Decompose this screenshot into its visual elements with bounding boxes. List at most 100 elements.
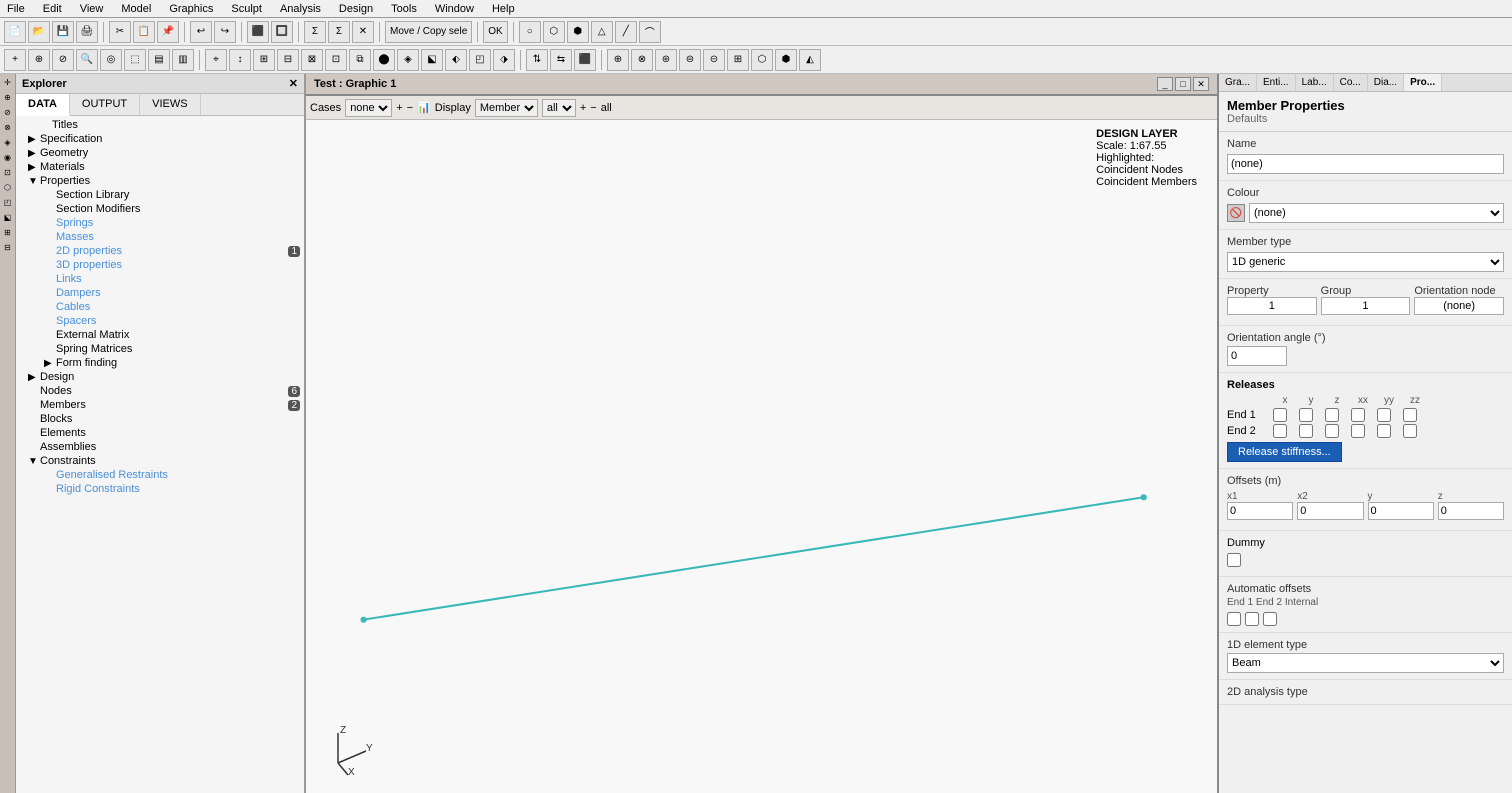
toolbar-btn-x[interactable]: ✕ bbox=[352, 21, 374, 43]
toolbar-btn-2[interactable]: 📂 bbox=[28, 21, 50, 43]
toolbar-btn-r31[interactable]: ⬡ bbox=[751, 49, 773, 71]
prop-tab-dia[interactable]: Dia... bbox=[1368, 74, 1404, 91]
tree-rigid-constraints[interactable]: Rigid Constraints bbox=[16, 482, 304, 496]
toolbar-btn-r18[interactable]: ⬕ bbox=[421, 49, 443, 71]
end1-xx-checkbox[interactable] bbox=[1351, 408, 1365, 422]
toolbar-btn-r1[interactable]: + bbox=[4, 49, 26, 71]
menu-tools[interactable]: Tools bbox=[388, 3, 420, 15]
end1-y-checkbox[interactable] bbox=[1299, 408, 1313, 422]
tree-assemblies[interactable]: Assemblies bbox=[16, 440, 304, 454]
auto-offsets-internal[interactable] bbox=[1263, 612, 1277, 626]
release-stiffness-button[interactable]: Release stiffness... bbox=[1227, 442, 1342, 462]
toolbar-btn-r29[interactable]: ⊝ bbox=[703, 49, 725, 71]
end2-z-checkbox[interactable] bbox=[1325, 424, 1339, 438]
offset-x2-input[interactable] bbox=[1297, 502, 1363, 520]
toolbar-btn-undo[interactable]: ↩ bbox=[190, 21, 212, 43]
menu-file[interactable]: File bbox=[4, 3, 28, 15]
toolbar-btn-r15[interactable]: ⧉ bbox=[349, 49, 371, 71]
tree-form-finding[interactable]: ▶ Form finding bbox=[16, 356, 304, 370]
tree-titles[interactable]: Titles bbox=[16, 118, 304, 132]
left-icon-1[interactable]: ✛ bbox=[4, 76, 11, 89]
all-select[interactable]: all bbox=[542, 99, 576, 117]
menu-sculpt[interactable]: Sculpt bbox=[228, 3, 265, 15]
toolbar-btn-copy[interactable]: 📋 bbox=[133, 21, 155, 43]
display-plus[interactable]: + bbox=[580, 102, 586, 114]
toolbar-btn-ok[interactable]: OK bbox=[483, 21, 507, 43]
close-button[interactable]: ✕ bbox=[1193, 77, 1209, 91]
left-icon-10[interactable]: ⬕ bbox=[4, 211, 12, 224]
left-icon-6[interactable]: ◉ bbox=[4, 151, 11, 164]
tab-data[interactable]: DATA bbox=[16, 94, 70, 116]
offset-z-input[interactable] bbox=[1438, 502, 1504, 520]
tab-views[interactable]: VIEWS bbox=[140, 94, 200, 115]
tree-generalised-restraints[interactable]: Generalised Restraints bbox=[16, 468, 304, 482]
menu-analysis[interactable]: Analysis bbox=[277, 3, 324, 15]
toolbar-btn-r20[interactable]: ◰ bbox=[469, 49, 491, 71]
left-icon-3[interactable]: ⊘ bbox=[4, 106, 11, 119]
toolbar-btn-r19[interactable]: ⬖ bbox=[445, 49, 467, 71]
end1-zz-checkbox[interactable] bbox=[1403, 408, 1417, 422]
end2-x-checkbox[interactable] bbox=[1273, 424, 1287, 438]
plus-icon[interactable]: + bbox=[396, 102, 402, 114]
tree-geometry[interactable]: ▶ Geometry bbox=[16, 146, 304, 160]
tree-springs[interactable]: Springs bbox=[16, 216, 304, 230]
offset-y-input[interactable] bbox=[1368, 502, 1434, 520]
toolbar-btn-r8[interactable]: ▥ bbox=[172, 49, 194, 71]
toolbar-btn-r12[interactable]: ⊟ bbox=[277, 49, 299, 71]
toolbar-btn-r24[interactable]: ⬛ bbox=[574, 49, 596, 71]
toolbar-btn-r11[interactable]: ⊞ bbox=[253, 49, 275, 71]
left-icon-8[interactable]: ⬡ bbox=[4, 181, 11, 194]
toolbar-btn-circle[interactable]: ○ bbox=[519, 21, 541, 43]
toolbar-btn-r22[interactable]: ⇅ bbox=[526, 49, 548, 71]
toolbar-btn-redo[interactable]: ↪ bbox=[214, 21, 236, 43]
minus-icon[interactable]: − bbox=[407, 102, 413, 114]
toolbar-btn-cut[interactable]: ✂ bbox=[109, 21, 131, 43]
prop-tab-pro[interactable]: Pro... bbox=[1404, 74, 1442, 91]
auto-offsets-end2[interactable] bbox=[1245, 612, 1259, 626]
menu-view[interactable]: View bbox=[77, 3, 107, 15]
tree-spring-matrices[interactable]: Spring Matrices bbox=[16, 342, 304, 356]
left-icon-7[interactable]: ⊡ bbox=[4, 166, 11, 179]
offset-x1-input[interactable] bbox=[1227, 502, 1293, 520]
tree-constraints[interactable]: ▼ Constraints bbox=[16, 454, 304, 468]
toolbar-btn-6[interactable]: 🔲 bbox=[271, 21, 293, 43]
toolbar-btn-10[interactable]: ╱ bbox=[615, 21, 637, 43]
display-select[interactable]: Member bbox=[475, 99, 538, 117]
toolbar-btn-9[interactable]: △ bbox=[591, 21, 613, 43]
member-type-select[interactable]: 1D generic bbox=[1227, 252, 1504, 272]
prop-tab-enti[interactable]: Enti... bbox=[1257, 74, 1296, 91]
tree-section-library[interactable]: Section Library bbox=[16, 188, 304, 202]
tree-2d-properties[interactable]: 2D properties 1 bbox=[16, 244, 304, 258]
colour-select[interactable]: (none) bbox=[1249, 203, 1504, 223]
auto-offsets-end1[interactable] bbox=[1227, 612, 1241, 626]
toolbar-btn-r33[interactable]: ◭ bbox=[799, 49, 821, 71]
toolbar-btn-11[interactable]: ⌒ bbox=[639, 21, 661, 43]
tree-properties[interactable]: ▼ Properties bbox=[16, 174, 304, 188]
toolbar-btn-r2[interactable]: ⊕ bbox=[28, 49, 50, 71]
toolbar-btn-paste[interactable]: 📌 bbox=[157, 21, 179, 43]
graphic-canvas[interactable]: DESIGN LAYER Scale: 1:67.55 Highlighted:… bbox=[306, 120, 1217, 793]
chart-icon[interactable]: 📊 bbox=[417, 101, 431, 114]
menu-model[interactable]: Model bbox=[118, 3, 154, 15]
tree-external-matrix[interactable]: External Matrix bbox=[16, 328, 304, 342]
toolbar-btn-r25[interactable]: ⊕ bbox=[607, 49, 629, 71]
end1-x-checkbox[interactable] bbox=[1273, 408, 1287, 422]
end2-zz-checkbox[interactable] bbox=[1403, 424, 1417, 438]
tree-design[interactable]: ▶ Design bbox=[16, 370, 304, 384]
element-type-select[interactable]: Beam bbox=[1227, 653, 1504, 673]
tree-3d-properties[interactable]: 3D properties bbox=[16, 258, 304, 272]
tab-output[interactable]: OUTPUT bbox=[70, 94, 140, 115]
end2-xx-checkbox[interactable] bbox=[1351, 424, 1365, 438]
tree-cables[interactable]: Cables bbox=[16, 300, 304, 314]
maximize-button[interactable]: □ bbox=[1175, 77, 1191, 91]
toolbar-btn-r14[interactable]: ⊡ bbox=[325, 49, 347, 71]
tree-links[interactable]: Links bbox=[16, 272, 304, 286]
left-icon-12[interactable]: ⊟ bbox=[4, 241, 11, 254]
left-icon-5[interactable]: ◈ bbox=[4, 136, 10, 149]
tree-dampers[interactable]: Dampers bbox=[16, 286, 304, 300]
tree-materials[interactable]: ▶ Materials bbox=[16, 160, 304, 174]
toolbar-btn-r4[interactable]: 🔍 bbox=[76, 49, 98, 71]
display-minus[interactable]: − bbox=[590, 102, 596, 114]
menu-design[interactable]: Design bbox=[336, 3, 376, 15]
toolbar-btn-r6[interactable]: ⬚ bbox=[124, 49, 146, 71]
